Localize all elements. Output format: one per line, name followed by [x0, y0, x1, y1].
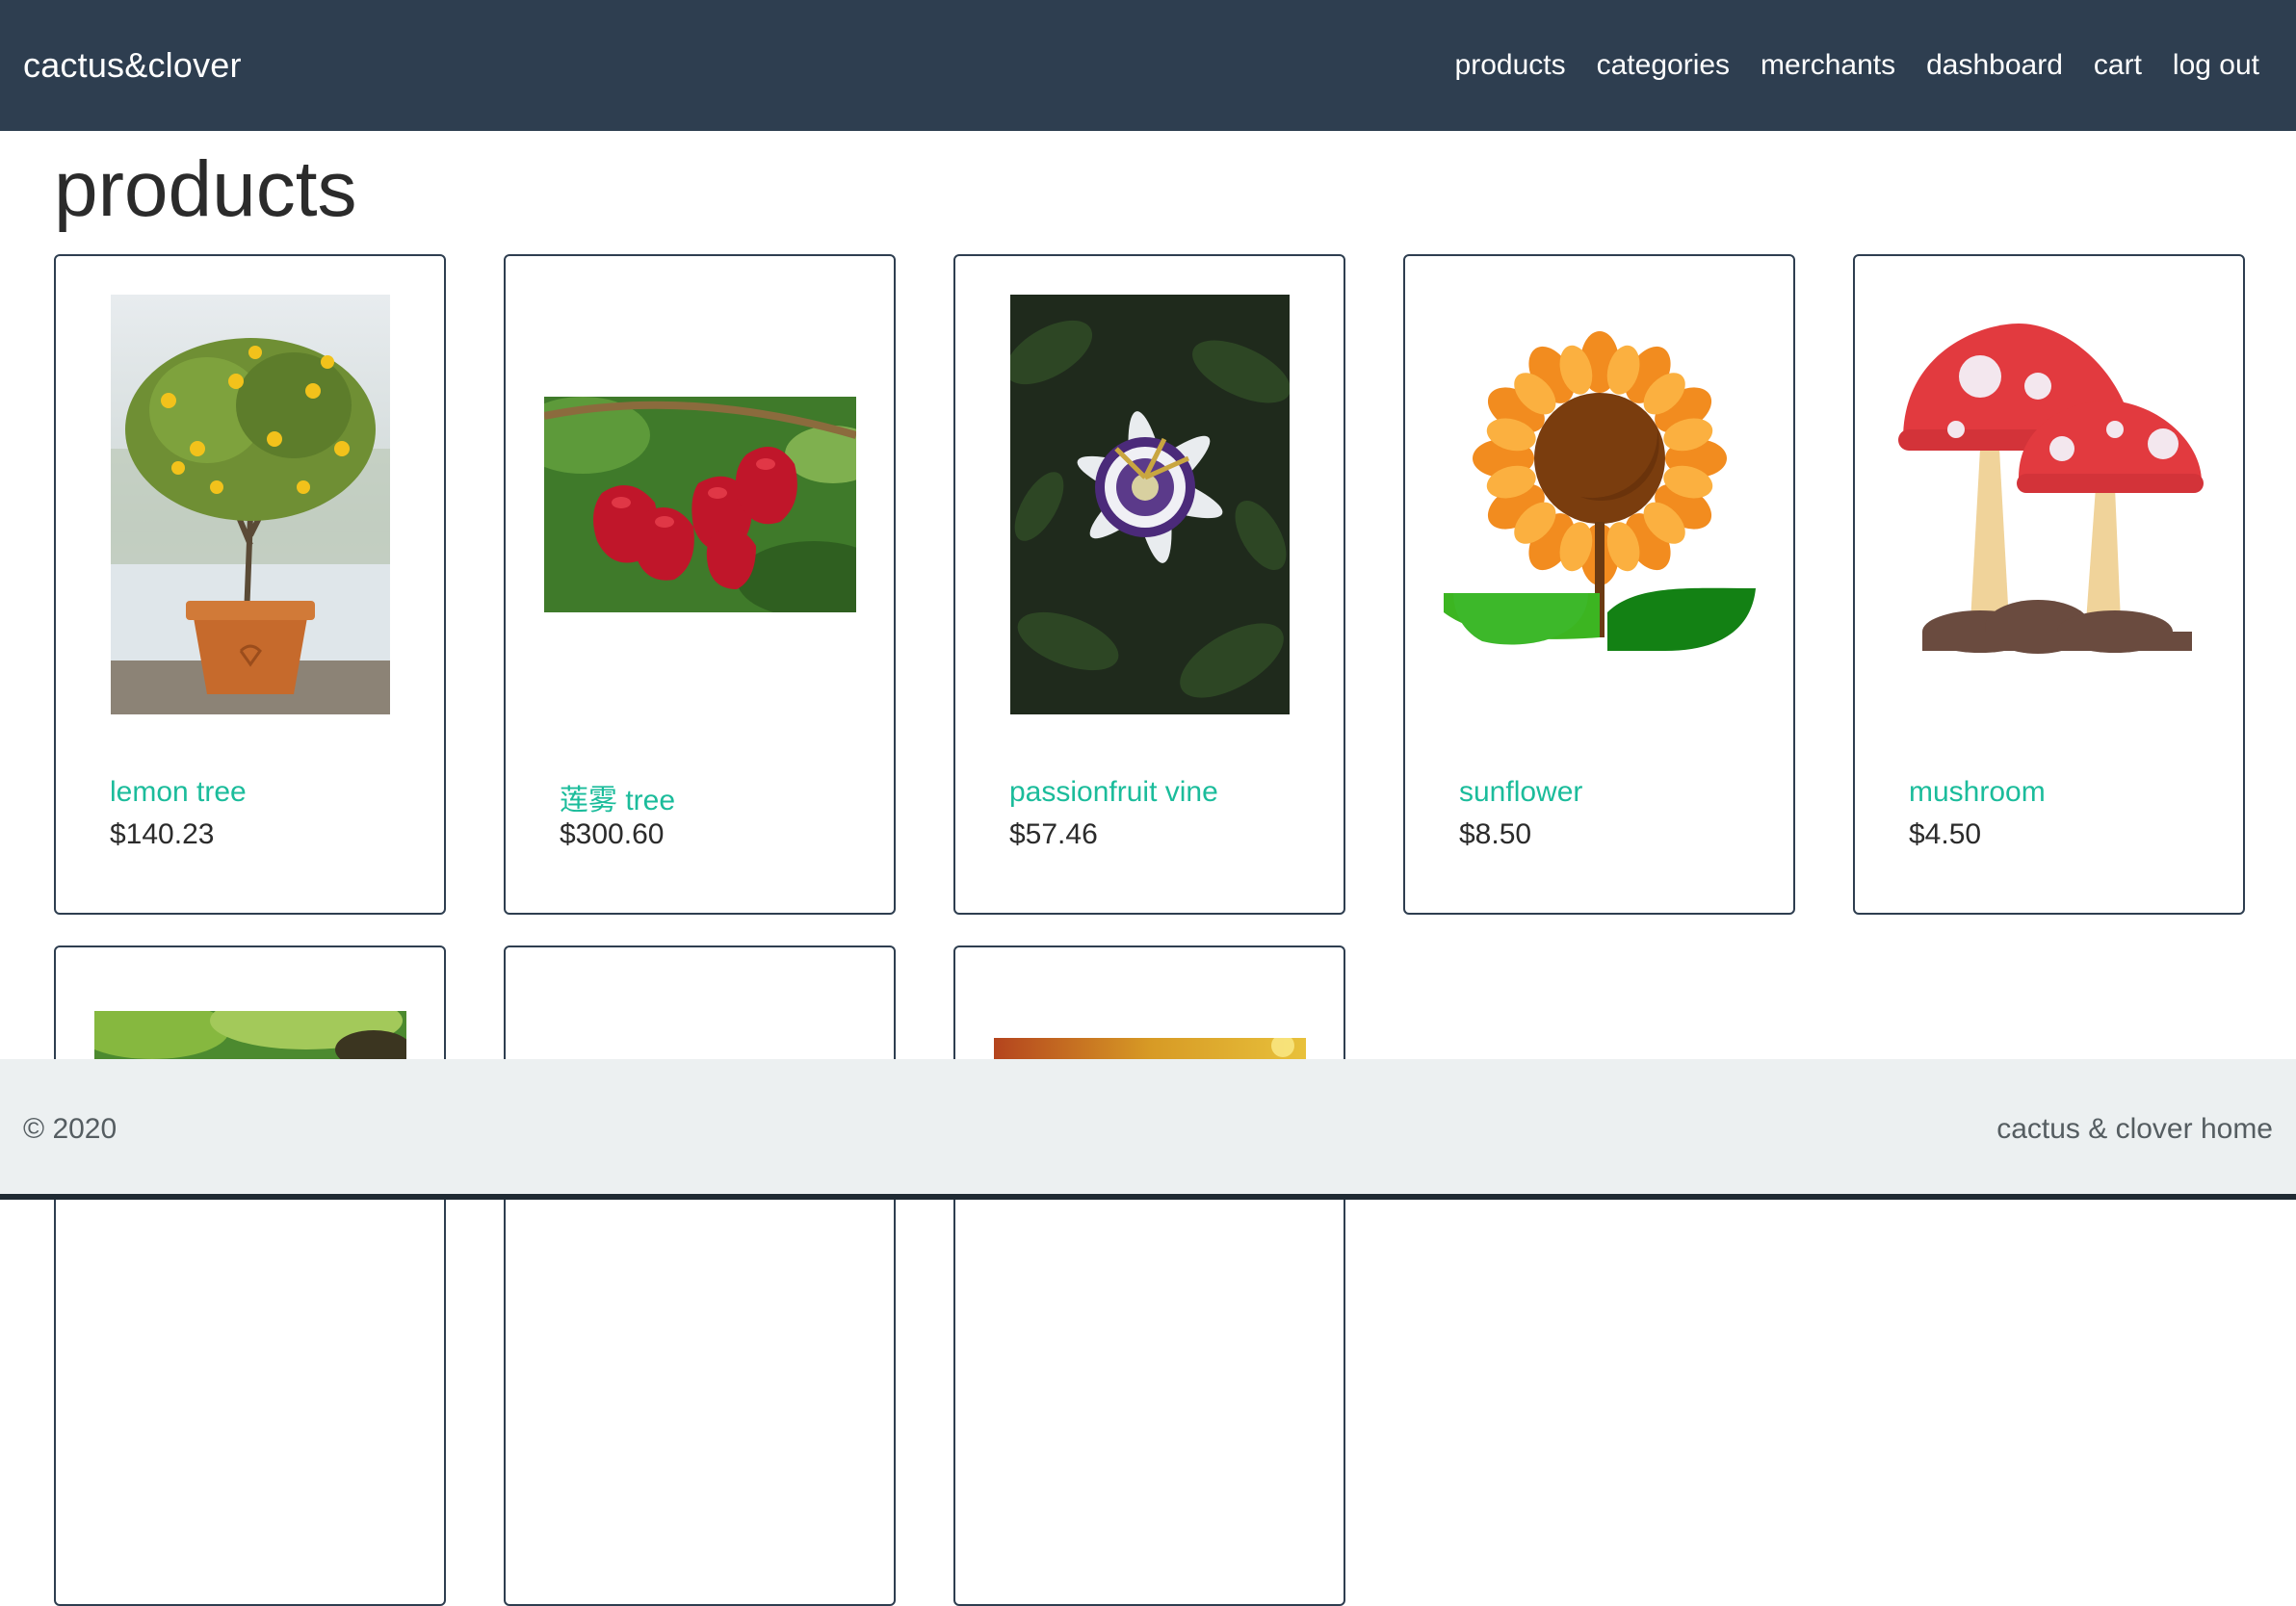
footer: © 2020 cactus & clover home — [0, 1059, 2296, 1200]
product-image[interactable] — [1893, 295, 2205, 714]
mushroom-image — [1898, 324, 2204, 654]
product-image[interactable] — [994, 295, 1306, 714]
product-card[interactable]: mushroom $4.50 — [1853, 254, 2245, 915]
product-name-link[interactable]: mushroom — [1909, 776, 2046, 809]
window-bottom-edge — [0, 1194, 2296, 1200]
product-image[interactable] — [94, 295, 406, 714]
product-name-link[interactable]: sunflower — [1459, 776, 1582, 809]
nav-products[interactable]: products — [1455, 49, 1566, 82]
product-card[interactable]: passionfruit vine $57.46 — [953, 254, 1345, 915]
product-card[interactable]: lemon tree $140.23 — [54, 254, 446, 915]
copyright-text: © 2020 — [23, 1113, 117, 1145]
product-card[interactable] — [54, 945, 446, 1606]
product-card[interactable] — [504, 945, 896, 1606]
product-name-link[interactable]: lemon tree — [110, 776, 247, 809]
product-card[interactable]: 莲雾 tree $300.60 — [504, 254, 896, 915]
page-title: products — [54, 145, 357, 233]
product-image[interactable] — [1444, 295, 1756, 714]
wax-apple-image — [544, 397, 856, 612]
nav-merchants[interactable]: merchants — [1761, 49, 1895, 82]
product-name-link[interactable]: passionfruit vine — [1009, 776, 1218, 809]
product-image[interactable] — [544, 295, 856, 714]
product-grid: lemon tree $140.23 莲雾 tree $300.60 passi… — [54, 254, 2245, 1606]
nav-log-out[interactable]: log out — [2173, 49, 2259, 82]
product-price: $57.46 — [1009, 818, 1098, 850]
product-price: $4.50 — [1909, 818, 1982, 850]
sunflower-image — [1444, 331, 1756, 651]
navbar: cactus&clover products categories mercha… — [0, 0, 2296, 131]
passionflower-image — [1010, 295, 1290, 714]
nav-categories[interactable]: categories — [1597, 49, 1730, 82]
product-name-link[interactable]: 莲雾 tree — [560, 776, 675, 818]
product-price: $300.60 — [560, 818, 665, 850]
product-price: $8.50 — [1459, 818, 1532, 850]
home-link[interactable]: cactus & clover home — [1996, 1113, 2273, 1146]
lemon-tree-image — [111, 295, 390, 714]
nav-dashboard[interactable]: dashboard — [1926, 49, 2063, 82]
nav-links: products categories merchants dashboard … — [1455, 49, 2259, 82]
nav-cart[interactable]: cart — [2094, 49, 2142, 82]
product-price: $140.23 — [110, 818, 215, 850]
product-card[interactable]: sunflower $8.50 — [1403, 254, 1795, 915]
brand-link[interactable]: cactus&clover — [23, 45, 242, 86]
product-card[interactable] — [953, 945, 1345, 1606]
